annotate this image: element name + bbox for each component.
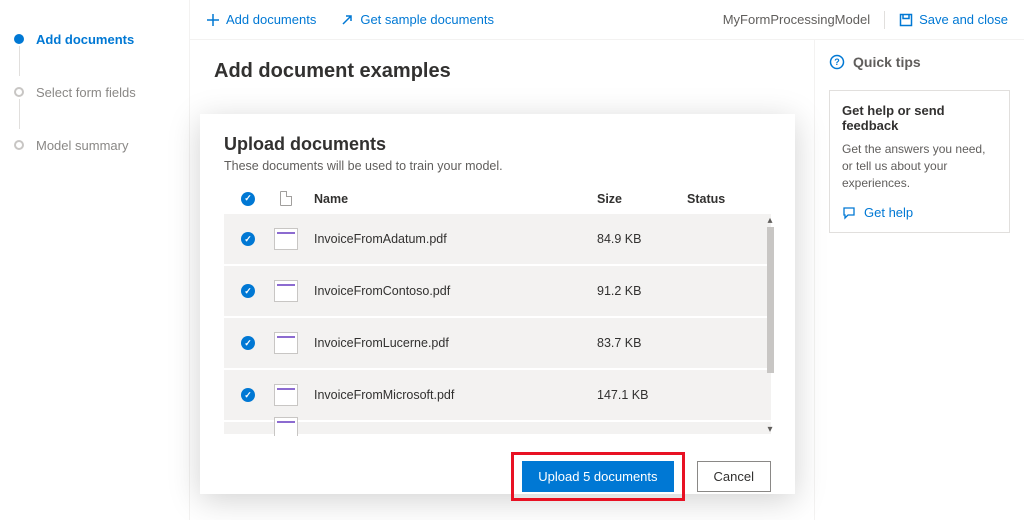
- upload-documents-button[interactable]: Upload 5 documents: [522, 461, 673, 492]
- get-help-link[interactable]: Get help: [842, 205, 997, 220]
- document-icon: [280, 191, 292, 206]
- file-size: 83.7 KB: [597, 336, 687, 350]
- dialog-footer: Upload 5 documents Cancel: [224, 436, 771, 501]
- document-thumbnail-icon: [274, 280, 298, 302]
- get-sample-documents-command[interactable]: Get sample documents: [340, 12, 494, 27]
- plus-icon: [206, 13, 220, 27]
- wizard-steps: Add documents Select form fields Model s…: [0, 0, 190, 520]
- divider: [884, 11, 885, 29]
- row-checkbox[interactable]: [241, 388, 255, 402]
- step-model-summary[interactable]: Model summary: [14, 130, 175, 161]
- file-name: InvoiceFromLucerne.pdf: [304, 336, 597, 350]
- file-list: Name Size Status InvoiceFromAdatum.pdf 8…: [224, 183, 771, 436]
- file-row[interactable]: InvoiceFromAdatum.pdf 84.9 KB: [224, 214, 771, 266]
- help-card-text: Get the answers you need, or tell us abo…: [842, 141, 997, 191]
- command-label: Add documents: [226, 12, 316, 27]
- svg-text:?: ?: [834, 57, 840, 67]
- scroll-down-arrow-icon[interactable]: ▾: [763, 422, 777, 436]
- column-size-header[interactable]: Size: [597, 192, 687, 206]
- command-bar: Add documents Get sample documents MyFor…: [190, 0, 1024, 40]
- file-size: 147.1 KB: [597, 388, 687, 402]
- get-help-label: Get help: [864, 205, 913, 220]
- document-thumbnail-icon: [274, 228, 298, 250]
- column-status-header[interactable]: Status: [687, 192, 767, 206]
- page-title: Add document examples: [214, 60, 790, 83]
- cancel-button[interactable]: Cancel: [697, 461, 771, 492]
- dialog-title: Upload documents: [224, 134, 771, 155]
- select-all-checkbox[interactable]: [241, 192, 255, 206]
- file-size: 91.2 KB: [597, 284, 687, 298]
- file-name: InvoiceFromContoso.pdf: [304, 284, 597, 298]
- file-row[interactable]: InvoiceFromLucerne.pdf 83.7 KB: [224, 318, 771, 370]
- main-content: Add document examples Analyze Upload doc…: [190, 40, 814, 520]
- row-checkbox[interactable]: [241, 232, 255, 246]
- dialog-subtitle: These documents will be used to train yo…: [224, 159, 771, 173]
- step-indicator-icon: [14, 34, 24, 44]
- help-card: Get help or send feedback Get the answer…: [829, 90, 1010, 233]
- quick-tips-panel: ? Quick tips Get help or send feedback G…: [814, 40, 1024, 520]
- file-size: 84.9 KB: [597, 232, 687, 246]
- scrollbar-thumb[interactable]: [767, 227, 774, 373]
- row-checkbox[interactable]: [241, 284, 255, 298]
- save-label: Save and close: [919, 12, 1008, 27]
- file-name: InvoiceFromAdatum.pdf: [304, 232, 597, 246]
- help-card-title: Get help or send feedback: [842, 103, 997, 133]
- chat-icon: [842, 206, 856, 220]
- step-select-form-fields[interactable]: Select form fields: [14, 77, 175, 130]
- step-indicator-icon: [14, 87, 24, 97]
- file-name: InvoiceFromMicrosoft.pdf: [304, 388, 597, 402]
- tutorial-highlight: Upload 5 documents: [511, 452, 684, 501]
- model-name-label: MyFormProcessingModel: [723, 12, 870, 27]
- scroll-up-arrow-icon[interactable]: ▴: [763, 213, 777, 227]
- list-scrollbar[interactable]: ▴ ▾: [763, 213, 777, 436]
- document-thumbnail-icon: [274, 332, 298, 354]
- question-icon: ?: [829, 54, 845, 70]
- save-and-close-button[interactable]: Save and close: [899, 12, 1008, 27]
- command-label: Get sample documents: [360, 12, 494, 27]
- add-documents-command[interactable]: Add documents: [206, 12, 316, 27]
- file-list-header: Name Size Status: [224, 183, 771, 214]
- step-label: Select form fields: [36, 85, 136, 100]
- step-add-documents[interactable]: Add documents: [14, 24, 175, 77]
- file-row[interactable]: [224, 422, 771, 436]
- row-checkbox[interactable]: [241, 336, 255, 350]
- step-label: Add documents: [36, 32, 134, 47]
- step-label: Model summary: [36, 138, 128, 153]
- file-row[interactable]: InvoiceFromContoso.pdf 91.2 KB: [224, 266, 771, 318]
- quick-tips-header: ? Quick tips: [829, 54, 1010, 70]
- file-row[interactable]: InvoiceFromMicrosoft.pdf 147.1 KB: [224, 370, 771, 422]
- save-icon: [899, 13, 913, 27]
- document-thumbnail-icon: [274, 384, 298, 406]
- upload-documents-dialog: Upload documents These documents will be…: [200, 114, 795, 494]
- document-thumbnail-icon: [274, 417, 298, 436]
- column-name-header[interactable]: Name: [304, 192, 597, 206]
- quick-tips-title: Quick tips: [853, 54, 921, 70]
- step-indicator-icon: [14, 140, 24, 150]
- upload-dialog-mask: Upload documents These documents will be…: [190, 84, 814, 520]
- arrow-up-right-icon: [340, 13, 354, 27]
